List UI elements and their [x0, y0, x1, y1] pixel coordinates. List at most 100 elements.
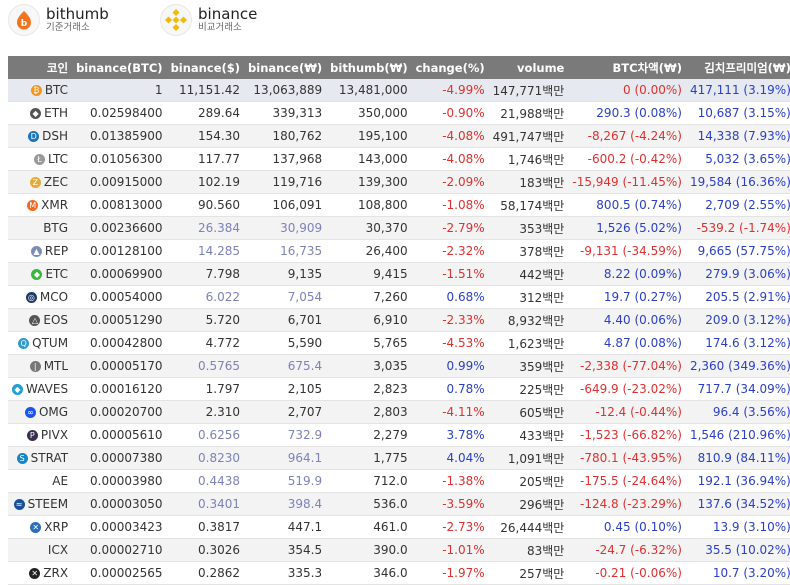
table-row[interactable]: ∞ OMG 0.00020700 2.310 2,707 2,803 -4.11% 605백만… — [8, 400, 790, 424]
volume-cell: 83백만 — [488, 538, 569, 562]
coin-cell: ≈ STEEM — [8, 492, 73, 516]
table-row[interactable]: ◎ MCO 0.00054000 6.022 7,054 7,260 0.68% 312백만 1… — [8, 285, 790, 309]
coin-cell: D DSH — [8, 124, 73, 148]
change-cell: -1.51% — [411, 262, 489, 286]
kimchi-premium-cell: 96.4 (3.56%) — [685, 400, 790, 424]
btc-diff-cell: -780.1 (-43.95%) — [568, 446, 686, 470]
table-body: ₿ BTC 1 11,151.42 13,063,889 13,481,000 -4.99%… — [8, 79, 790, 585]
table-row[interactable]: ◆ ETC 0.00069900 7.798 9,135 9,415 -1.51% 442백만… — [8, 262, 790, 286]
table-row[interactable]: ≈ STEEM 0.00003050 0.3401 398.4 536.0 -3.59% 29… — [8, 492, 790, 516]
column-header[interactable]: 김치프리미엄(₩) — [685, 56, 790, 79]
bithumb-krw-cell: 139,300 — [326, 170, 412, 194]
change-cell: -2.32% — [411, 239, 489, 263]
table-row[interactable]: Z ZEC 0.00915000 102.19 119,716 139,300 -2.09%… — [8, 170, 790, 194]
btc-diff-cell: -24.7 (-6.32%) — [568, 538, 686, 562]
table-row[interactable]: D DSH 0.01385900 154.30 180,762 195,100 -4.08%… — [8, 124, 790, 148]
binance-exchange[interactable]: binance 비교거래소 — [160, 4, 257, 36]
table-row[interactable]: ICX 0.00002710 0.3026 354.5 390.0 -1.01% 83백만 -… — [8, 538, 790, 562]
table-row[interactable]: P PIVX 0.00005610 0.6256 732.9 2,279 3.78% 433백… — [8, 423, 790, 447]
table-row[interactable]: ◆ WAVES 0.00016120 1.797 2,105 2,823 0.78% 225백… — [8, 377, 790, 401]
augur-icon: ▲ — [30, 245, 42, 257]
table-row[interactable]: ✕ ZRX 0.00002565 0.2862 335.3 346.0 -1.97% 257백… — [8, 561, 790, 585]
0x-icon: ✕ — [29, 567, 41, 579]
coin-symbol: PIVX — [40, 428, 69, 442]
volume-cell: 605백만 — [488, 400, 569, 424]
kimchi-premium-cell: 35.5 (10.02%) — [685, 538, 790, 562]
binance-krw-cell: 398.4 — [244, 492, 327, 516]
bithumb-krw-cell: 2,279 — [326, 423, 412, 447]
table-row[interactable]: Q QTUM 0.00042800 4.772 5,590 5,765 -4.53% 1,62… — [8, 331, 790, 355]
monaco-icon: ◎ — [25, 291, 37, 303]
table-row[interactable]: ₿ BTC 1 11,151.42 13,063,889 13,481,000 -4.99%… — [8, 79, 790, 102]
table-row[interactable]: ✕ XRP 0.00003423 0.3817 447.1 461.0 -2.73% 26,4… — [8, 515, 790, 539]
coin-symbol: MTL — [43, 359, 69, 373]
binance-btc-cell: 0.00051290 — [72, 308, 167, 332]
btc-diff-cell: -15,949 (-11.45%) — [568, 170, 686, 194]
column-header[interactable]: binance($) — [166, 56, 245, 79]
volume-cell: 147,771백만 — [488, 79, 569, 102]
table-row[interactable]: ◆ ETH 0.02598400 289.64 339,313 350,000 -0.90%… — [8, 101, 790, 125]
table-row[interactable]: ▲ REP 0.00128100 14.285 16,735 26,400 -2.32% 37… — [8, 239, 790, 263]
change-cell: -4.53% — [411, 331, 489, 355]
binance-btc-cell: 0.00915000 — [72, 170, 167, 194]
binance-krw-cell: 2,707 — [244, 400, 327, 424]
ripple-icon: ✕ — [30, 521, 42, 533]
litecoin-icon: Ł — [34, 153, 46, 165]
binance-usd-cell: 0.3026 — [166, 538, 245, 562]
binance-btc-cell: 0.00054000 — [72, 285, 167, 309]
table-row[interactable]: S STRAT 0.00007380 0.8230 964.1 1,775 4.04% 1,0… — [8, 446, 790, 470]
coin-symbol: ZRX — [43, 566, 69, 580]
binance-btc-cell: 0.00002565 — [72, 561, 167, 585]
coin-cell: ◆ ETH — [8, 101, 73, 125]
btc-diff-cell: 1,526 (5.02%) — [568, 216, 686, 240]
table-row[interactable]: AE 0.00003980 0.4438 519.9 712.0 -1.38% 205백만 -… — [8, 469, 790, 493]
coin-symbol: XRP — [44, 520, 69, 534]
coin-cell: P PIVX — [8, 423, 73, 447]
volume-cell: 433백만 — [488, 423, 569, 447]
bithumb-krw-cell: 195,100 — [326, 124, 412, 148]
bithumb-krw-cell: 712.0 — [326, 469, 412, 493]
bithumb-krw-cell: 143,000 — [326, 147, 412, 171]
table-row[interactable]: Ł LTC 0.01056300 117.77 137,968 143,000 -4.08%… — [8, 147, 790, 171]
table-row[interactable]: △ EOS 0.00051290 5.720 6,701 6,910 -2.33% 8,932… — [8, 308, 790, 332]
kimchi-premium-cell: 9,665 (57.75%) — [685, 239, 790, 263]
btc-diff-cell: 290.3 (0.08%) — [568, 101, 686, 125]
dash-icon: D — [28, 130, 40, 142]
change-cell: 0.78% — [411, 377, 489, 401]
table-row[interactable]: M XMR 0.00813000 90.560 106,091 108,800 -1.08%… — [8, 193, 790, 217]
binance-usd-cell: 2.310 — [166, 400, 245, 424]
volume-cell: 353백만 — [488, 216, 569, 240]
binance-usd-cell: 0.6256 — [166, 423, 245, 447]
binance-btc-cell: 0.00069900 — [72, 262, 167, 286]
change-cell: -2.09% — [411, 170, 489, 194]
kimchi-premium-cell: 2,709 (2.55%) — [685, 193, 790, 217]
table-row[interactable]: | MTL 0.00005170 0.5765 675.4 3,035 0.99% 359백만… — [8, 354, 790, 378]
volume-cell: 312백만 — [488, 285, 569, 309]
column-header[interactable]: BTC차액(₩) — [568, 56, 686, 79]
kimchi-premium-cell: 174.6 (3.12%) — [685, 331, 790, 355]
coin-symbol: ETC — [45, 267, 69, 281]
binance-krw-cell: 30,909 — [244, 216, 327, 240]
column-header[interactable]: binance(BTC) — [72, 56, 167, 79]
btc-diff-cell: -649.9 (-23.02%) — [568, 377, 686, 401]
column-header[interactable]: volume — [488, 56, 569, 79]
column-header[interactable]: bithumb(₩) — [326, 56, 412, 79]
column-header[interactable]: change(%) — [411, 56, 489, 79]
column-header[interactable]: binance(₩) — [244, 56, 327, 79]
kimchi-premium-cell: 417,111 (3.19%) — [685, 79, 790, 102]
change-cell: 3.78% — [411, 423, 489, 447]
coin-symbol: ICX — [47, 543, 69, 557]
column-header[interactable]: 코인 — [8, 56, 73, 79]
btc-diff-cell: 4.40 (0.06%) — [568, 308, 686, 332]
steem-icon: ≈ — [13, 498, 25, 510]
coin-cell: Ł LTC — [8, 147, 73, 171]
table-row[interactable]: BTG 0.00236600 26.384 30,909 30,370 -2.79% 353… — [8, 216, 790, 240]
bithumb-krw-cell: 390.0 — [326, 538, 412, 562]
bitcoin-icon: ₿ — [30, 84, 42, 96]
bithumb-name: bithumb — [46, 4, 109, 23]
bithumb-exchange[interactable]: b bithumb 기준거래소 — [8, 4, 109, 36]
binance-usd-cell: 5.720 — [166, 308, 245, 332]
kimchi-premium-cell: 192.1 (36.94%) — [685, 469, 790, 493]
btc-diff-cell: -175.5 (-24.64%) — [568, 469, 686, 493]
binance-usd-cell: 0.4438 — [166, 469, 245, 493]
